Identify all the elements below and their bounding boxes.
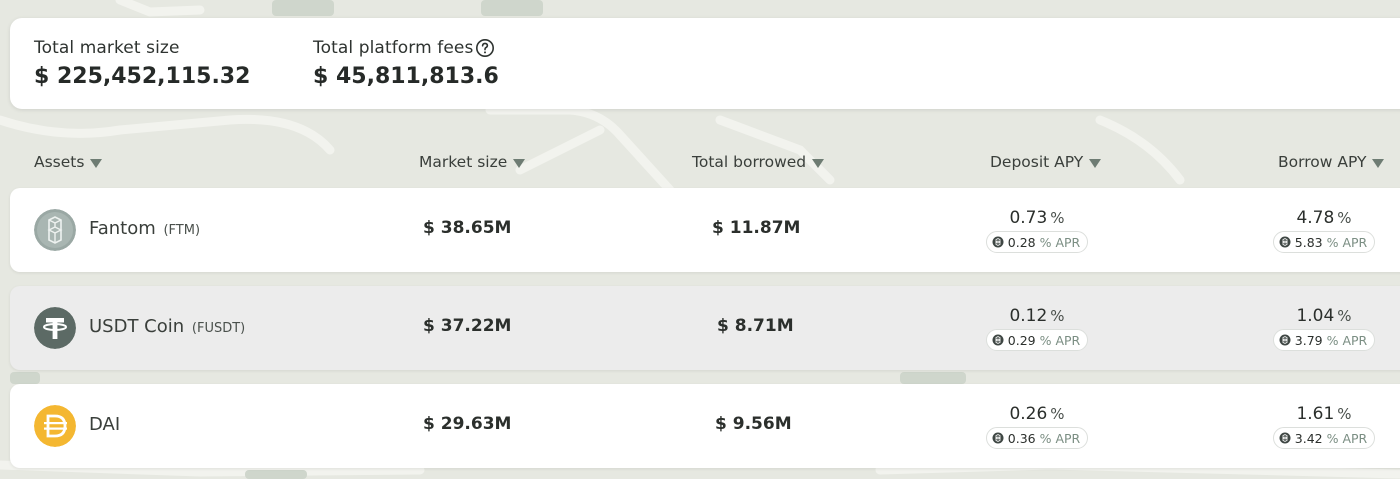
- asset-name: Fantom: [89, 218, 156, 239]
- column-header-borrow-apy[interactable]: Borrow APY: [1278, 153, 1385, 171]
- sort-arrow-icon: [90, 158, 103, 168]
- borrow-apr-value: 3.42: [1294, 430, 1323, 446]
- sort-arrow-icon: [812, 158, 825, 168]
- asset-row-usdt[interactable]: USDT Coin (FUSDT) $ 37.22M $ 8.71M 0.12%…: [10, 286, 1400, 370]
- borrow-apr-value: 3.79: [1294, 332, 1323, 348]
- deposit-apy: 0.26% 0.36% APR: [977, 404, 1097, 449]
- borrow-apy-value: 4.78: [1296, 208, 1335, 228]
- asset-row-dai[interactable]: DAI $ 29.63M $ 9.56M 0.26% 0.36% APR 1.6…: [10, 384, 1400, 468]
- help-icon[interactable]: [475, 38, 495, 58]
- deposit-apy-value: 0.26: [1009, 404, 1048, 424]
- total-market-size: Total market size $ 225,452,115.32: [34, 38, 250, 89]
- borrow-apy: 1.61% 3.42% APR: [1264, 404, 1384, 449]
- borrow-apy: 4.78% 5.83% APR: [1264, 208, 1384, 253]
- sort-arrow-icon: [513, 158, 526, 168]
- borrow-apr-value: 5.83: [1294, 234, 1323, 250]
- borrow-apr-badge: 3.42% APR: [1272, 427, 1376, 449]
- dai-icon: [34, 405, 76, 447]
- borrow-apy: 1.04% 3.79% APR: [1264, 306, 1384, 351]
- deposit-apr-badge: 0.36% APR: [985, 427, 1089, 449]
- total-platform-fees-value: $ 45,811,813.6: [313, 64, 499, 89]
- column-header-assets[interactable]: Assets: [34, 153, 103, 171]
- deposit-apy: 0.12% 0.29% APR: [977, 306, 1097, 351]
- deposit-apy-value: 0.12: [1009, 306, 1048, 326]
- deposit-apr-value: 0.36: [1007, 430, 1036, 446]
- tether-icon: [34, 307, 76, 349]
- asset-row-fantom[interactable]: Fantom (FTM) $ 38.65M $ 11.87M 0.73% 0.2…: [10, 188, 1400, 272]
- deposit-apr-value: 0.29: [1007, 332, 1036, 348]
- reward-token-icon: [1279, 334, 1291, 346]
- total-borrowed-value: $ 9.56M: [715, 414, 792, 434]
- borrow-apy-value: 1.61: [1296, 404, 1335, 424]
- sort-arrow-icon: [1089, 158, 1102, 168]
- column-header-total-borrowed[interactable]: Total borrowed: [692, 153, 825, 171]
- deposit-apy-value: 0.73: [1009, 208, 1048, 228]
- reward-token-icon: [992, 334, 1004, 346]
- deposit-apr-badge: 0.28% APR: [985, 231, 1089, 253]
- market-size-value: $ 37.22M: [423, 316, 512, 336]
- total-platform-fees-label: Total platform fees: [313, 38, 474, 58]
- total-market-size-value: $ 225,452,115.32: [34, 64, 251, 89]
- market-size-value: $ 29.63M: [423, 414, 512, 434]
- asset-symbol: (FTM): [163, 223, 201, 238]
- market-size-value: $ 38.65M: [423, 218, 512, 238]
- total-borrowed-value: $ 11.87M: [712, 218, 801, 238]
- asset-symbol: (FUSDT): [191, 321, 246, 336]
- deposit-apy: 0.73% 0.28% APR: [977, 208, 1097, 253]
- total-platform-fees: Total platform fees $ 45,811,813.6: [313, 38, 499, 89]
- total-borrowed-value: $ 8.71M: [717, 316, 794, 336]
- reward-token-icon: [992, 236, 1004, 248]
- fantom-icon: [34, 209, 76, 251]
- reward-token-icon: [1279, 432, 1291, 444]
- stats-card: Total market size $ 225,452,115.32 Total…: [10, 18, 1400, 109]
- reward-token-icon: [992, 432, 1004, 444]
- column-header-market-size[interactable]: Market size: [419, 153, 526, 171]
- total-market-size-label: Total market size: [34, 38, 180, 58]
- column-header-deposit-apy[interactable]: Deposit APY: [990, 153, 1102, 171]
- borrow-apr-badge: 5.83% APR: [1272, 231, 1376, 253]
- asset-name: USDT Coin: [89, 316, 185, 337]
- borrow-apr-badge: 3.79% APR: [1272, 329, 1376, 351]
- borrow-apy-value: 1.04: [1296, 306, 1335, 326]
- asset-name: DAI: [89, 414, 121, 435]
- sort-arrow-icon: [1372, 158, 1385, 168]
- deposit-apr-value: 0.28: [1007, 234, 1036, 250]
- reward-token-icon: [1279, 236, 1291, 248]
- deposit-apr-badge: 0.29% APR: [985, 329, 1089, 351]
